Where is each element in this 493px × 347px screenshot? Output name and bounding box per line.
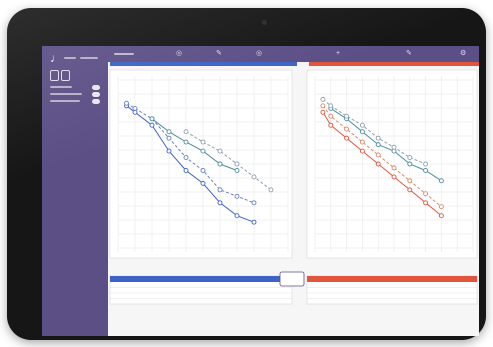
right-ear-header-icon[interactable]: ◎ [256, 50, 262, 58]
right-data-point [407, 187, 413, 193]
ear-logo-icon: ♩ [50, 51, 62, 65]
left-data-point [234, 213, 240, 219]
left-data-point [251, 174, 257, 180]
audiogram-area [108, 66, 479, 336]
sidebar-title-line [64, 57, 76, 59]
right-data-point [375, 142, 381, 148]
left-data-point [132, 109, 138, 115]
patient-icon[interactable] [50, 70, 59, 81]
right-data-point [320, 103, 326, 109]
left-values-table-header [110, 276, 292, 282]
right-data-point [344, 126, 350, 132]
right-data-point [423, 168, 429, 173]
left-data-point [217, 161, 223, 167]
left-data-point [268, 187, 274, 193]
sidebar-title-line [80, 57, 98, 59]
left-data-point [251, 219, 257, 225]
left-data-point [200, 148, 206, 154]
app-screen: ♩ ◎ ✎ ◎ + ✎ ⚙ [42, 46, 479, 336]
right-data-point [359, 148, 365, 154]
add-icon[interactable]: + [336, 50, 340, 58]
left-data-point [132, 105, 138, 111]
left-data-point [183, 129, 189, 135]
right-data-point [344, 135, 350, 141]
right-data-point [328, 103, 334, 109]
right-data-point [423, 191, 429, 197]
sidebar-row [50, 100, 80, 102]
left-data-point [166, 129, 172, 135]
right-data-point [391, 148, 397, 154]
right-data-point [438, 204, 444, 210]
left-data-point [183, 168, 189, 173]
left-data-point [217, 148, 223, 154]
left-data-point [200, 168, 206, 173]
edit-icon[interactable]: ✎ [216, 50, 222, 58]
left-data-point [149, 122, 155, 128]
left-data-point [183, 155, 189, 160]
edit-icon[interactable]: ✎ [406, 50, 412, 58]
tablet-frame: ♩ ◎ ✎ ◎ + ✎ ⚙ [7, 8, 486, 340]
right-data-point [375, 161, 381, 167]
left-data-point [149, 116, 155, 122]
right-data-point [320, 96, 326, 102]
right-data-point [328, 122, 334, 128]
left-data-point [217, 200, 223, 206]
right-data-point [423, 161, 429, 167]
sidebar: ♩ [42, 46, 108, 336]
left-data-point [166, 148, 172, 154]
right-data-point [375, 135, 381, 141]
right-data-point [328, 113, 334, 119]
center-toggle-button [279, 271, 305, 287]
left-data-point [200, 139, 206, 145]
left-data-point [234, 193, 240, 199]
right-data-point [423, 200, 429, 206]
right-data-point [359, 122, 365, 128]
sidebar-toggle[interactable] [92, 92, 100, 97]
right-data-point [320, 109, 326, 115]
left-data-point [234, 168, 240, 173]
left-data-point [124, 100, 129, 106]
right-data-point [359, 129, 365, 135]
app-header: ◎ ✎ ◎ + ✎ ⚙ [108, 46, 479, 62]
right-data-point [391, 144, 397, 150]
header-title-line [114, 53, 134, 55]
left-data-point [251, 200, 257, 206]
right-data-point [438, 213, 444, 219]
right-data-point [359, 139, 365, 145]
right-values-table-header [307, 276, 477, 282]
right-data-point [407, 161, 413, 167]
settings-icon[interactable]: ⚙ [460, 50, 466, 58]
right-data-point [407, 155, 413, 160]
left-data-point [217, 187, 223, 193]
left-data-point [183, 139, 189, 145]
right-data-point [391, 165, 397, 171]
right-data-point [375, 152, 381, 158]
left-data-point [166, 135, 172, 141]
right-data-point [407, 178, 413, 184]
sidebar-row [50, 86, 72, 88]
camera-icon [262, 20, 267, 25]
sidebar-row [50, 93, 82, 95]
left-data-point [200, 180, 206, 186]
left-data-point [234, 161, 240, 167]
sidebar-toggle[interactable] [92, 85, 100, 90]
audiogram-canvas [109, 69, 478, 305]
right-data-point [438, 178, 444, 184]
clipboard-icon[interactable] [61, 70, 70, 81]
right-data-point [391, 174, 397, 180]
left-ear-header-icon[interactable]: ◎ [176, 50, 182, 58]
sidebar-toggle[interactable] [92, 99, 100, 104]
right-data-point [344, 113, 350, 119]
